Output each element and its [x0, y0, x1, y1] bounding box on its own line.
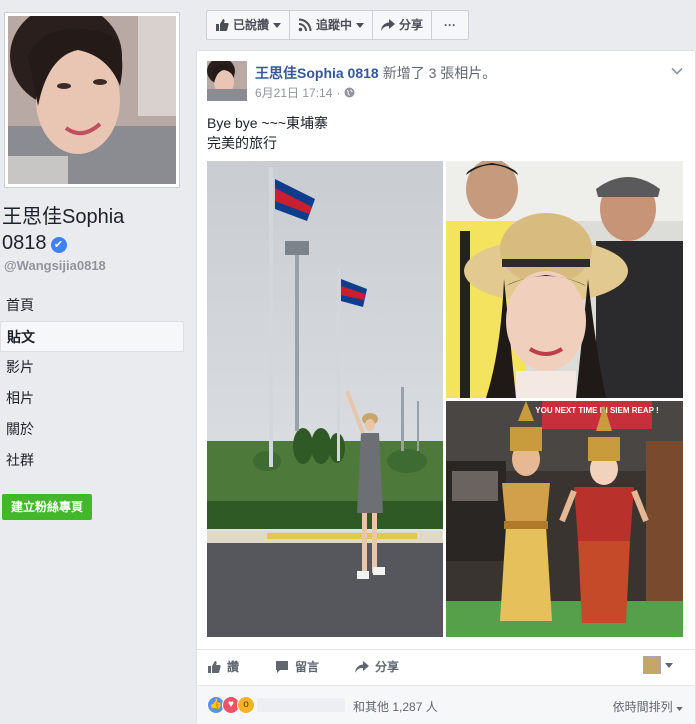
nav-item-photos[interactable]: 相片	[0, 383, 184, 414]
post-message: Bye bye ~~~東埔寨 完美的旅行	[207, 113, 328, 153]
redacted-names	[257, 698, 345, 712]
reaction-icons[interactable]: 👍 ♥ o	[207, 696, 255, 714]
post-meta: 6月21日 17:14 ·	[255, 84, 355, 101]
post-card: 王思佳Sophia 0818 新增了 3 張相片。 6月21日 17:14 · B…	[196, 50, 696, 724]
thumbs-up-icon	[208, 660, 221, 673]
liked-label: 已說讚	[233, 18, 270, 32]
nav-item-about[interactable]: 關於	[0, 414, 184, 445]
nav-item-posts[interactable]: 貼文	[0, 321, 184, 352]
post-text-line2: 完美的旅行	[207, 135, 277, 151]
sort-label: 依時間排列	[612, 700, 673, 714]
post-action-text: 新增了 3 張相片。	[382, 65, 497, 81]
page-action-bar: 已說讚 追蹤中 分享 ···	[206, 10, 470, 40]
globe-icon[interactable]	[344, 87, 355, 98]
viewer-avatar	[643, 656, 661, 674]
more-options-button[interactable]: ···	[432, 11, 468, 39]
following-label: 追蹤中	[316, 18, 353, 32]
following-button[interactable]: 追蹤中	[290, 11, 374, 39]
siem-reap-photo: YOU NEXT TIME IN SIEM REAP !	[446, 401, 683, 637]
comment-button[interactable]: 留言	[275, 658, 319, 675]
page-nav: 首頁 貼文 影片 相片 關於 社群	[0, 290, 184, 476]
reaction-count[interactable]: 和其他 1,287 人	[353, 698, 438, 715]
share-post-label: 分享	[375, 660, 400, 674]
share-post-button[interactable]: 分享	[355, 658, 399, 675]
nav-item-home[interactable]: 首頁	[0, 290, 184, 321]
rss-icon	[298, 18, 312, 32]
page-name-line1: 王思佳Sophia	[2, 206, 125, 228]
page-handle[interactable]: @Wangsijia0818	[4, 258, 106, 273]
share-arrow-icon	[381, 19, 396, 31]
like-button[interactable]: 讚	[207, 658, 239, 675]
chevron-down-icon	[676, 707, 683, 711]
post-photo-3[interactable]: YOU NEXT TIME IN SIEM REAP !	[446, 401, 683, 637]
post-timestamp[interactable]: 6月21日 17:14	[255, 84, 332, 101]
post-author-link[interactable]: 王思佳Sophia 0818	[255, 65, 379, 81]
chevron-down-icon	[665, 662, 673, 668]
thumbs-up-icon	[216, 19, 229, 31]
create-page-button[interactable]: 建立粉絲專頁	[2, 494, 93, 520]
share-page-button[interactable]: 分享	[373, 11, 433, 39]
post-photo-1[interactable]	[207, 161, 443, 637]
post-header: 王思佳Sophia 0818 新增了 3 張相片。	[255, 63, 496, 83]
share-arrow-icon	[355, 660, 369, 673]
liked-button[interactable]: 已說讚	[207, 11, 291, 39]
chevron-down-icon	[273, 22, 282, 28]
post-actions-bar: 讚 留言 分享	[197, 649, 695, 682]
comment-label: 留言	[295, 660, 320, 674]
comment-sort-dropdown[interactable]: 依時間排列	[613, 698, 683, 715]
flag-airport-photo	[207, 161, 443, 637]
more-dots-icon: ···	[444, 18, 457, 32]
like-label: 讚	[227, 660, 240, 674]
page-title[interactable]: 王思佳Sophia 0818 ✔	[2, 204, 187, 256]
reactions-bar: 👍 ♥ o 和其他 1,287 人 依時間排列	[197, 685, 695, 724]
post-author-avatar[interactable]	[207, 61, 247, 101]
wow-reaction-icon: o	[237, 696, 255, 714]
view-as-selector[interactable]	[643, 656, 673, 674]
nav-item-community[interactable]: 社群	[0, 445, 184, 476]
meta-separator: ·	[336, 85, 341, 100]
comment-bubble-icon	[276, 660, 288, 673]
post-options-chevron-icon[interactable]	[671, 65, 683, 77]
sign-text: YOU NEXT TIME IN SIEM REAP !	[535, 406, 658, 415]
selfie-photo	[446, 161, 683, 398]
nav-item-videos[interactable]: 影片	[0, 352, 184, 383]
chevron-down-icon	[356, 22, 365, 28]
share-page-label: 分享	[399, 18, 424, 32]
post-photo-2[interactable]	[446, 161, 683, 398]
left-column: 王思佳Sophia 0818 ✔ @Wangsijia0818 首頁 貼文 影片 …	[0, 0, 192, 723]
post-text-line1: Bye bye ~~~東埔寨	[207, 115, 329, 131]
page-name-line2: 0818	[2, 232, 47, 254]
verified-badge-icon: ✔	[50, 237, 67, 253]
profile-picture[interactable]	[4, 12, 180, 188]
profile-photo-image	[8, 16, 176, 184]
